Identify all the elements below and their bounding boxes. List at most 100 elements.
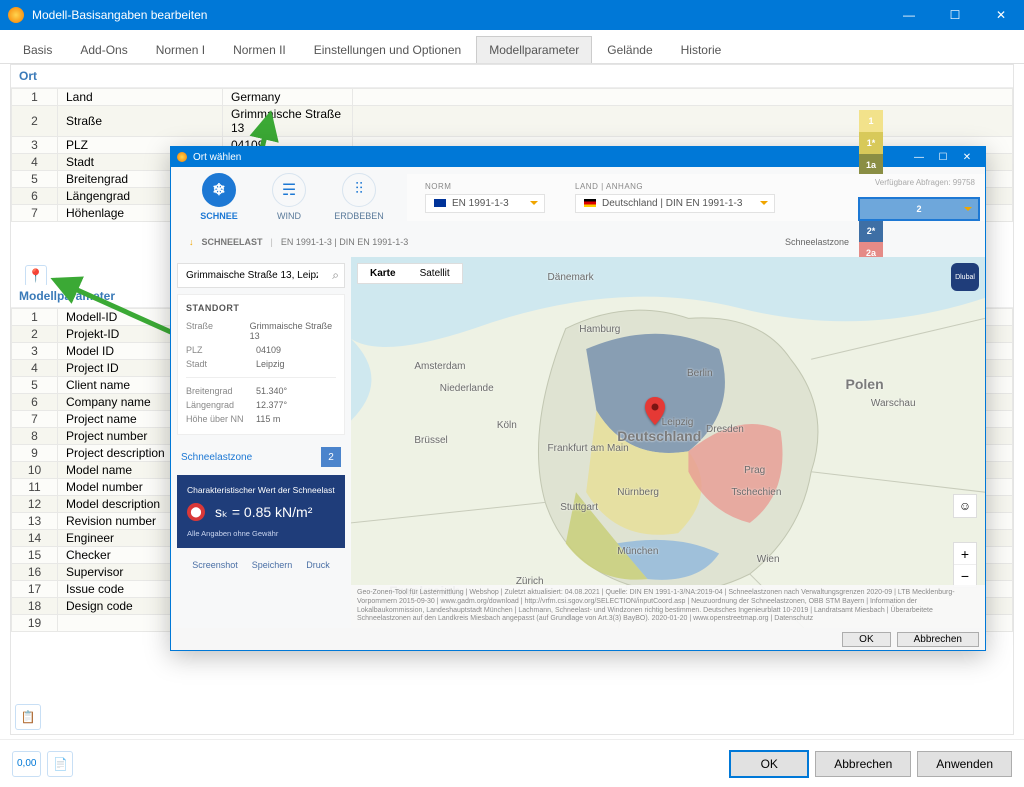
clipboard-button[interactable]: 📋 [15, 704, 41, 730]
kv-val: 51.340° [256, 386, 287, 396]
action-speichern[interactable]: Speichern [252, 560, 293, 570]
ok-button[interactable]: OK [729, 750, 809, 778]
tab-einstellungen-und-optionen[interactable]: Einstellungen und Optionen [301, 36, 474, 63]
kv-val: 12.377° [256, 400, 287, 410]
label-danemark: Dänemark [548, 272, 594, 283]
row-num: 11 [12, 479, 58, 496]
zoom-out-button[interactable]: − [954, 565, 976, 587]
label-koln: Köln [497, 420, 517, 431]
zone-2[interactable]: 2 [859, 198, 979, 220]
map-type-control: Karte Satellit [357, 263, 463, 284]
maximize-button[interactable]: ☐ [932, 0, 978, 30]
close-button[interactable]: ✕ [978, 0, 1024, 30]
map-panel[interactable]: Karte Satellit Dlubal Deutschland Polen … [351, 257, 985, 628]
norm-select[interactable]: EN 1991-1-3 [425, 194, 545, 213]
ort-waehlen-dialog: Ort wählen — ☐ ✕ ❄ SCHNEE ☴ WIND [170, 146, 986, 651]
units-button[interactable]: 0,00 [12, 751, 41, 777]
char-note: Alle Angaben ohne Gewähr [187, 529, 335, 538]
hazard-schnee[interactable]: ❄ SCHNEE [193, 173, 245, 221]
label-tschechien: Tschechien [731, 487, 781, 498]
app-icon [8, 7, 24, 23]
hazard-erdbeben[interactable]: ⫶⫶ ERDBEBEN [333, 173, 385, 221]
row-num: 16 [12, 564, 58, 581]
action-druck[interactable]: Druck [306, 560, 330, 570]
map-marker[interactable] [645, 397, 665, 428]
kv-key: PLZ [186, 345, 256, 355]
row-num: 3 [12, 137, 58, 154]
standort-card: STANDORT StraßeGrimmaische Straße 13PLZ0… [177, 294, 345, 435]
row-num: 15 [12, 547, 58, 564]
ort-value[interactable]: Grimmaische Straße 13 [223, 106, 353, 137]
location-search: ⌕ [177, 263, 345, 288]
row-num: 5 [12, 377, 58, 394]
location-picker-button[interactable]: 📍 [25, 265, 47, 287]
tab-basis[interactable]: Basis [10, 36, 65, 63]
row-num: 1 [12, 309, 58, 326]
land-label: LAND | ANHANG [575, 182, 775, 191]
earthquake-icon: ⫶⫶ [342, 173, 376, 207]
window-title: Modell-Basisangaben bearbeiten [32, 8, 886, 22]
row-num: 7 [12, 205, 58, 222]
zone-1[interactable]: 1 [859, 110, 883, 132]
kv-val: Grimmaische Straße 13 [250, 321, 336, 341]
label-munchen: München [617, 546, 658, 557]
label-prag: Prag [744, 465, 765, 476]
land-select[interactable]: Deutschland | DIN EN 1991-1-3 [575, 194, 775, 213]
map-tab-karte[interactable]: Karte [358, 264, 408, 283]
tabbar: BasisAdd-OnsNormen INormen IIEinstellung… [0, 30, 1024, 64]
tab-historie[interactable]: Historie [668, 36, 735, 63]
zoom-control: + − [953, 542, 977, 588]
ort-value[interactable]: Germany [223, 89, 353, 106]
copy-button[interactable]: 📄 [47, 751, 73, 777]
row-num: 6 [12, 394, 58, 411]
label-warschau: Warschau [871, 398, 916, 409]
search-icon[interactable]: ⌕ [332, 268, 339, 283]
zone-legend-label: Schneelastzone [785, 237, 849, 247]
tab-add-ons[interactable]: Add-Ons [67, 36, 140, 63]
pegman-button[interactable]: ☺ [953, 494, 977, 518]
kv-key: Höhe über NN [186, 414, 256, 424]
apply-button[interactable]: Anwenden [917, 751, 1012, 777]
tab-modellparameter[interactable]: Modellparameter [476, 36, 592, 63]
kv-key: Breitengrad [186, 386, 256, 396]
row-num: 17 [12, 581, 58, 598]
row-num: 9 [12, 445, 58, 462]
hazard-schnee-label: SCHNEE [193, 211, 245, 221]
char-value: sₖ = 0.85 kN/m² [215, 504, 312, 521]
zone-1*[interactable]: 1* [859, 132, 883, 154]
label-frankfurt: Frankfurt am Main [548, 443, 629, 454]
map-tab-satellit[interactable]: Satellit [408, 264, 462, 283]
kv-key: Straße [186, 321, 250, 341]
row-num: 2 [12, 326, 58, 343]
kv-key: Stadt [186, 359, 256, 369]
row-num: 19 [12, 615, 58, 632]
zoom-in-button[interactable]: + [954, 543, 976, 565]
location-search-input[interactable] [177, 263, 345, 288]
tab-gelände[interactable]: Gelände [594, 36, 665, 63]
tab-normen-i[interactable]: Normen I [143, 36, 218, 63]
row-num: 4 [12, 360, 58, 377]
de-flag-icon [584, 199, 596, 207]
row-num: 10 [12, 462, 58, 479]
label-leipzig: Leipzig [662, 417, 694, 428]
row-num: 1 [12, 89, 58, 106]
cancel-button[interactable]: Abbrechen [815, 751, 911, 777]
label-wien: Wien [757, 554, 780, 565]
row-num: 14 [12, 530, 58, 547]
hazard-wind[interactable]: ☴ WIND [263, 173, 315, 221]
schneelastzone-label: Schneelastzone [181, 452, 252, 463]
dialog-cancel-button[interactable]: Abbrechen [897, 632, 979, 647]
characteristic-value-card: Charakteristischer Wert der Schneelast ⬤… [177, 475, 345, 548]
action-screenshot[interactable]: Screenshot [192, 560, 238, 570]
hazard-wind-label: WIND [263, 211, 315, 221]
ort-unit [353, 89, 1013, 106]
dialog-ok-button[interactable]: OK [842, 632, 890, 647]
sub-label: SCHNEELAST [202, 237, 263, 247]
char-title: Charakteristischer Wert der Schneelast [187, 485, 335, 495]
minimize-button[interactable]: — [886, 0, 932, 30]
row-num: 7 [12, 411, 58, 428]
tab-normen-ii[interactable]: Normen II [220, 36, 299, 63]
ort-label: Straße [58, 106, 223, 137]
titlebar: Modell-Basisangaben bearbeiten — ☐ ✕ [0, 0, 1024, 30]
zone-2*[interactable]: 2* [859, 220, 883, 242]
